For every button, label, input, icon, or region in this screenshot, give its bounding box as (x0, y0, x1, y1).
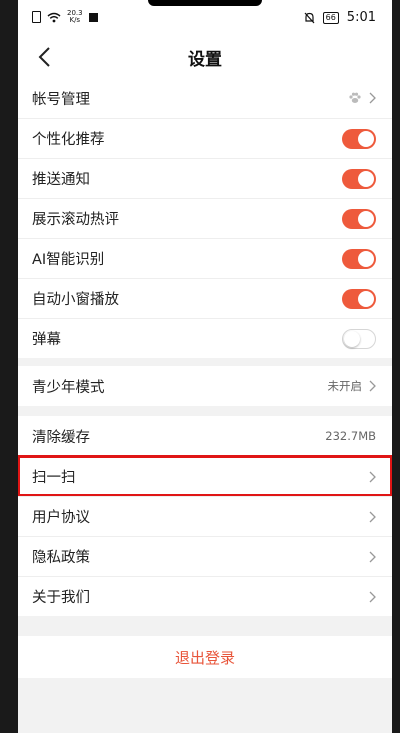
danmaku-toggle[interactable] (342, 328, 376, 349)
ai-recognition-toggle[interactable] (342, 248, 376, 269)
cache-size: 232.7MB (325, 429, 376, 443)
user-agreement-row[interactable]: 用户协议 (18, 496, 392, 536)
chevron-right-icon (369, 380, 376, 392)
bell-muted-icon (304, 12, 315, 23)
wifi-icon (47, 12, 61, 22)
scan-row[interactable]: 扫一扫 (18, 455, 392, 497)
chevron-right-icon (369, 471, 376, 482)
phone-screen: 20.3 K/s 66 5:01 设置 帐号管理 个性化推荐 推送通知 展示滚动… (18, 0, 392, 733)
auto-mini-window-row: 自动小窗播放 (18, 278, 392, 318)
notification-square-icon (88, 12, 98, 22)
settings-group-general: 帐号管理 个性化推荐 推送通知 展示滚动热评 AI智能识别 自动小窗播放 弹幕 (18, 78, 392, 358)
chevron-right-icon (369, 511, 376, 522)
camera-notch (148, 0, 262, 6)
settings-group-youth: 青少年模式 未开启 (18, 366, 392, 406)
personalized-recommendation-toggle[interactable] (342, 128, 376, 149)
clear-cache-row[interactable]: 清除缓存 232.7MB (18, 416, 392, 456)
danmaku-row: 弹幕 (18, 318, 392, 358)
chevron-right-icon (369, 551, 376, 562)
scrolling-hot-comments-row: 展示滚动热评 (18, 198, 392, 238)
privacy-policy-row[interactable]: 隐私政策 (18, 536, 392, 576)
push-notification-toggle[interactable] (342, 168, 376, 189)
status-bar: 20.3 K/s 66 5:01 (18, 0, 392, 36)
network-speed: 20.3 K/s (67, 9, 83, 24)
settings-group-misc: 清除缓存 232.7MB 扫一扫 用户协议 隐私政策 关于我们 (18, 416, 392, 616)
about-us-row[interactable]: 关于我们 (18, 576, 392, 616)
logout-button[interactable]: 退出登录 (18, 636, 392, 678)
chevron-right-icon (369, 92, 376, 104)
account-management-row[interactable]: 帐号管理 (18, 78, 392, 118)
youth-mode-row[interactable]: 青少年模式 未开启 (18, 366, 392, 406)
ai-recognition-row: AI智能识别 (18, 238, 392, 278)
paw-icon (349, 92, 361, 103)
sim-icon (32, 11, 41, 23)
auto-mini-window-toggle[interactable] (342, 288, 376, 309)
top-bar: 设置 (18, 36, 392, 78)
youth-mode-status: 未开启 (327, 379, 363, 393)
clock: 5:01 (346, 10, 376, 25)
page-title: 设置 (188, 50, 222, 70)
personalized-recommendation-row: 个性化推荐 (18, 118, 392, 158)
chevron-right-icon (369, 591, 376, 602)
battery-icon: 66 (322, 11, 339, 24)
scrolling-hot-comments-toggle[interactable] (342, 208, 376, 229)
push-notification-row: 推送通知 (18, 158, 392, 198)
